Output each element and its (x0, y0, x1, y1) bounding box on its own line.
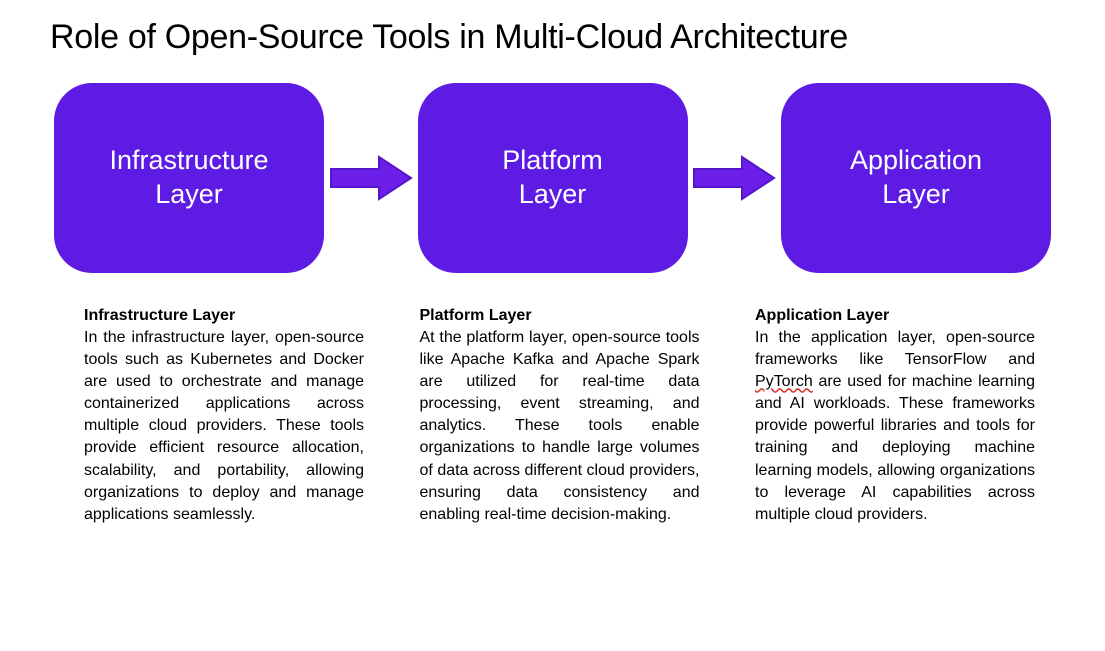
descriptions-row: Infrastructure Layer In the infrastructu… (50, 305, 1055, 526)
description-heading: Platform Layer (420, 305, 700, 327)
description-heading: Application Layer (755, 305, 1035, 327)
layer-box-platform: PlatformLayer (418, 83, 688, 273)
layer-box-application: ApplicationLayer (781, 83, 1051, 273)
description-body: At the platform layer, open-source tools… (420, 327, 700, 526)
spellcheck-squiggle: PyTorch (755, 373, 813, 390)
diagram-row: InfrastructureLayer PlatformLayer Applic… (50, 83, 1055, 273)
page-title: Role of Open-Source Tools in Multi-Cloud… (50, 18, 1055, 57)
layer-box-infrastructure: InfrastructureLayer (54, 83, 324, 273)
description-platform: Platform Layer At the platform layer, op… (420, 305, 700, 526)
arrow-icon (327, 153, 415, 203)
description-heading: Infrastructure Layer (84, 305, 364, 327)
layer-box-label: InfrastructureLayer (109, 144, 268, 212)
description-application: Application Layer In the application lay… (755, 305, 1035, 526)
arrow-icon (690, 153, 778, 203)
layer-box-label: PlatformLayer (502, 144, 603, 212)
description-body: In the infrastructure layer, open-source… (84, 327, 364, 526)
description-infrastructure: Infrastructure Layer In the infrastructu… (84, 305, 364, 526)
layer-box-label: ApplicationLayer (850, 144, 982, 212)
description-body: In the application layer, open-source fr… (755, 327, 1035, 526)
